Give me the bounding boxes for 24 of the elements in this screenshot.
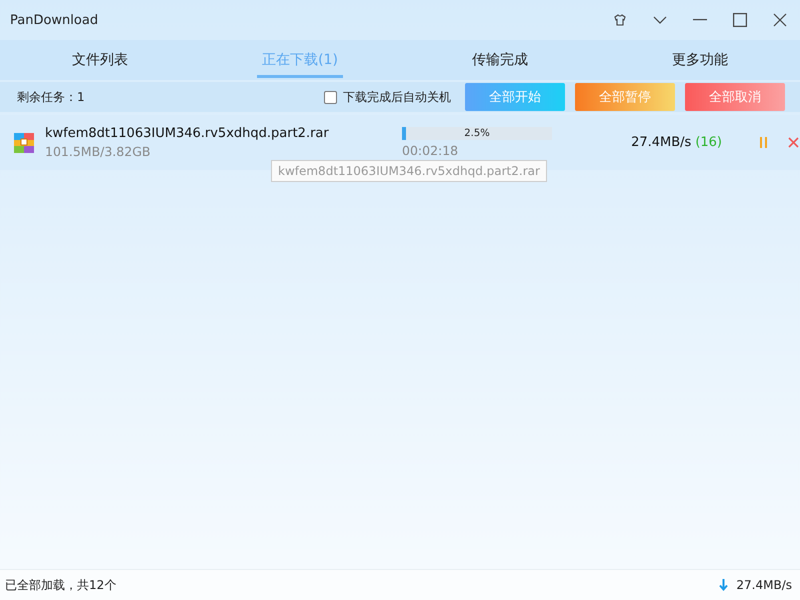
archive-icon bbox=[14, 132, 34, 152]
close-icon bbox=[773, 13, 787, 27]
total-speed: 27.4MB/s bbox=[736, 578, 792, 592]
tooltip: kwfem8dt11063IUM346.rv5xdhqd.part2.rar bbox=[271, 160, 547, 182]
tab[interactable]: 更多功能 bbox=[600, 40, 800, 80]
download-arrow-icon bbox=[719, 579, 728, 591]
minimize-icon bbox=[693, 19, 707, 21]
remaining-time: 00:02:18 bbox=[402, 143, 460, 158]
shirt-icon bbox=[613, 13, 627, 27]
status-text: 已全部加载，共12个 bbox=[5, 576, 118, 594]
tab[interactable]: 传输完成 bbox=[400, 40, 600, 80]
tab[interactable]: 文件列表 bbox=[0, 40, 200, 80]
download-speed: 27.4MB/s bbox=[631, 135, 692, 150]
maximize-icon bbox=[733, 13, 747, 27]
remaining-tasks-label: 剩余任务：1 bbox=[17, 88, 86, 106]
auto-shutdown-checkbox[interactable] bbox=[324, 90, 337, 104]
auto-shutdown-label: 下载完成后自动关机 bbox=[343, 88, 451, 106]
file-name: kwfem8dt11063IUM346.rv5xdhqd.part2.rar bbox=[45, 126, 330, 141]
window-title: PanDownload bbox=[10, 12, 100, 28]
close-icon[interactable] bbox=[788, 137, 799, 148]
file-size: 101.5MB/3.82GB bbox=[45, 144, 152, 159]
chevron-down-icon bbox=[653, 15, 667, 25]
connection-count: (16) bbox=[695, 135, 722, 150]
progress-percent: 2.5% bbox=[464, 128, 490, 139]
